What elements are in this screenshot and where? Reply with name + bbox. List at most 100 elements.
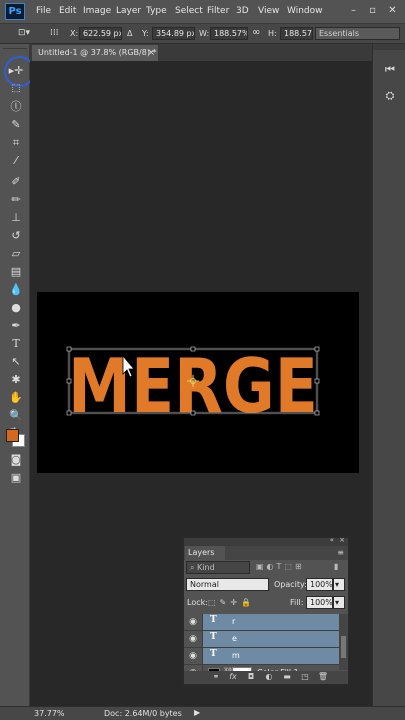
crop-tool-icon[interactable]: ⌗ — [7, 135, 25, 151]
height-field[interactable]: 188.57% — [280, 27, 313, 40]
minimize-icon[interactable]: – — [346, 4, 361, 18]
layers-scrollbar[interactable] — [339, 614, 348, 670]
layer-row[interactable]: ◉ T e — [184, 631, 339, 648]
kind-filter-label: Kind — [197, 563, 215, 572]
layers-tab-bar: Layers ≡ — [184, 546, 348, 560]
fx-icon[interactable]: fx — [227, 672, 239, 681]
reference-point-icon[interactable]: ⁞⁞⁞ — [50, 28, 59, 38]
document-canvas[interactable]: MERGE — [37, 292, 359, 473]
document-tab[interactable]: Untitled-1 @ 37.8% (RGB/8) * × — [32, 45, 158, 61]
move-tool-icon[interactable]: ▸✛ — [7, 63, 25, 79]
menu-select[interactable]: Select — [175, 6, 203, 16]
move-tool-preset-icon[interactable]: ⊡▾ — [18, 28, 30, 38]
clone-stamp-tool-icon[interactable]: ⊥ — [7, 210, 25, 226]
add-mask-icon[interactable]: ◘ — [245, 672, 257, 681]
layer-name: r — [232, 617, 236, 626]
photoshop-logo: Ps — [5, 3, 25, 20]
healing-brush-tool-icon[interactable]: ✐ — [7, 174, 25, 190]
layers-footer: ⚭ fx ◘ ◐ ▬ ◳ 🗑 — [184, 671, 348, 684]
layers-panel-header: « × — [184, 536, 348, 546]
width-field[interactable]: 188.57% — [210, 27, 248, 40]
menu-window[interactable]: Window — [287, 6, 323, 16]
type-layer-icon: T — [210, 615, 217, 625]
menu-layer[interactable]: Layer — [116, 6, 141, 16]
layer-name: e — [232, 634, 237, 643]
blend-mode-select[interactable]: Normal — [186, 578, 269, 591]
delete-layer-icon[interactable]: 🗑 — [317, 672, 329, 681]
zoom-level[interactable]: 37.77% — [34, 709, 65, 718]
merge-artwork: MERGE — [66, 342, 320, 430]
menu-type[interactable]: Type — [146, 6, 167, 16]
right-dock: ⏮ ⛭ — [372, 44, 405, 720]
eyedropper-tool-icon[interactable]: ⁄ — [7, 153, 25, 169]
fill-label: Fill: — [290, 598, 304, 607]
h-label: H: — [268, 29, 277, 38]
tools-grip — [3, 44, 27, 49]
new-group-icon[interactable]: ▬ — [281, 672, 293, 681]
delta-icon[interactable]: Δ — [127, 29, 132, 38]
screen-mode-icon[interactable]: ▣ — [7, 470, 25, 486]
options-bar: ⊡▾ ⁞⁞⁞ X: 622.59 px Δ Y: 354.89 px W: 18… — [0, 24, 405, 44]
status-menu-arrow-icon[interactable]: ▶ — [194, 708, 200, 717]
close-document-icon[interactable]: × — [147, 45, 155, 61]
workspace-switcher[interactable]: Essentials — [315, 27, 400, 40]
menu-edit[interactable]: Edit — [59, 6, 76, 16]
y-position-field[interactable]: 354.89 px — [152, 27, 195, 40]
layer-row[interactable]: ◉ T m — [184, 648, 339, 665]
close-window-icon[interactable]: ✕ — [385, 4, 400, 18]
opacity-field[interactable]: 100% — [306, 578, 333, 591]
layer-row[interactable]: ◉ T r — [184, 614, 339, 631]
type-tool-icon[interactable]: T — [7, 336, 25, 352]
menu-bar: Ps File Edit Image Layer Type Select Fil… — [0, 0, 405, 24]
properties-panel-icon[interactable]: ⛭ — [382, 88, 398, 104]
dodge-tool-icon[interactable]: ● — [7, 300, 25, 316]
panel-menu-icon[interactable]: ≡ — [337, 548, 344, 557]
lock-icons[interactable]: ⬚✎✛🔒 — [208, 598, 255, 607]
restore-icon[interactable]: ▫ — [365, 4, 380, 18]
menu-filter[interactable]: Filter — [207, 6, 229, 16]
eraser-tool-icon[interactable]: ▱ — [7, 246, 25, 262]
marquee-tool-icon[interactable]: ⬚ — [7, 81, 25, 97]
fill-field[interactable]: 100% — [306, 596, 333, 609]
close-panel-icon[interactable]: × — [339, 536, 345, 544]
menu-view[interactable]: View — [258, 6, 279, 16]
type-layer-icon: T — [210, 632, 217, 642]
kind-filter-select[interactable]: ⌕ Kind — [186, 561, 250, 574]
shape-tool-icon[interactable]: ✱ — [7, 372, 25, 388]
history-brush-tool-icon[interactable]: ↺ — [7, 228, 25, 244]
document-size: Doc: 2.64M/0 bytes — [104, 709, 182, 718]
quick-selection-tool-icon[interactable]: ✎ — [7, 117, 25, 133]
filter-toggle-icon[interactable]: ▮ — [334, 562, 338, 571]
visibility-eye-icon[interactable]: ◉ — [184, 631, 203, 647]
new-layer-icon[interactable]: ◳ — [299, 672, 311, 681]
x-label: X: — [70, 29, 79, 38]
layers-tab[interactable]: Layers — [185, 546, 225, 560]
path-selection-tool-icon[interactable]: ↖ — [7, 354, 25, 370]
hand-tool-icon[interactable]: ✋ — [7, 390, 25, 406]
scrollbar-thumb[interactable] — [341, 636, 346, 658]
opacity-label: Opacity: — [274, 580, 307, 589]
menu-image[interactable]: Image — [83, 6, 111, 16]
y-label: Y: — [142, 29, 149, 38]
link-icon[interactable]: ∞ — [252, 27, 260, 38]
quick-mask-icon[interactable]: ◙ — [7, 452, 25, 468]
blur-tool-icon[interactable]: 💧 — [7, 282, 25, 298]
x-position-field[interactable]: 622.59 px — [79, 27, 122, 40]
link-layers-icon[interactable]: ⚭ — [210, 672, 222, 681]
gradient-tool-icon[interactable]: ▤ — [7, 264, 25, 280]
history-panel-icon[interactable]: ⏮ — [382, 62, 398, 78]
lasso-tool-icon[interactable]: ⓛ — [7, 99, 25, 115]
opacity-dropdown-icon[interactable]: ▾ — [333, 578, 345, 591]
visibility-eye-icon[interactable]: ◉ — [184, 614, 203, 630]
pen-tool-icon[interactable]: ✒ — [7, 318, 25, 334]
fill-dropdown-icon[interactable]: ▾ — [333, 596, 345, 609]
layers-panel: « × Layers ≡ ⌕ Kind ▣◐T⬚⊞ ▮ Normal Opaci… — [183, 536, 349, 685]
filter-type-icons[interactable]: ▣◐T⬚⊞ — [256, 562, 305, 571]
visibility-eye-icon[interactable]: ◉ — [184, 648, 203, 664]
menu-3d[interactable]: 3D — [236, 6, 249, 16]
menu-file[interactable]: File — [36, 6, 51, 16]
collapse-panel-icon[interactable]: « — [330, 536, 334, 544]
adjustment-layer-icon[interactable]: ◐ — [263, 672, 275, 681]
foreground-color-swatch[interactable] — [6, 429, 19, 442]
brush-tool-icon[interactable]: ✏ — [7, 192, 25, 208]
